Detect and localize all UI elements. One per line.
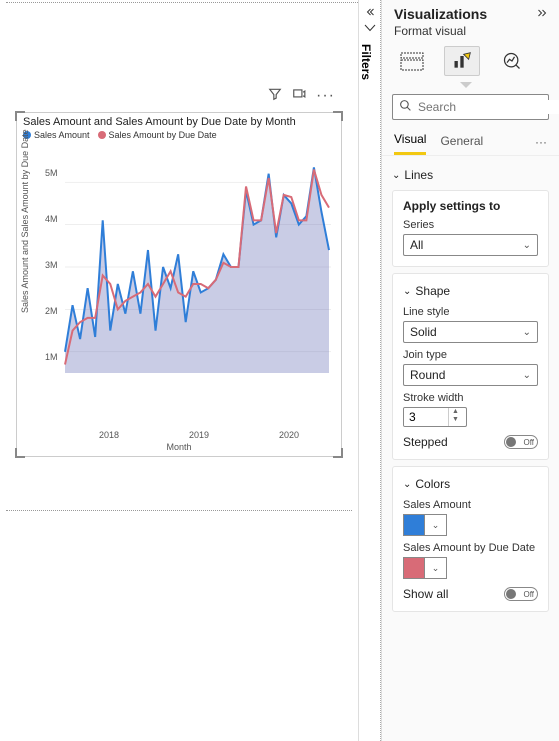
collapse-pane-icon[interactable] <box>535 6 549 22</box>
series1-color-dropdown[interactable]: ⌄ <box>425 514 447 536</box>
series-dropdown[interactable]: All ⌄ <box>403 234 538 256</box>
y-tick: 4M <box>45 214 58 224</box>
colors-card: ⌄ Colors Sales Amount ⌄ Sales Amount by … <box>392 466 549 612</box>
filters-icon[interactable] <box>359 24 380 36</box>
selected-tab-pointer <box>460 82 472 88</box>
search-icon <box>399 99 412 115</box>
section-colors-header[interactable]: ⌄ Colors <box>403 475 538 493</box>
chart-title: Sales Amount and Sales Amount by Due Dat… <box>17 113 341 128</box>
x-axis-label: Month <box>166 442 191 452</box>
chevron-down-icon: ⌄ <box>403 286 411 297</box>
series1-color-label: Sales Amount <box>403 499 538 511</box>
tab-general[interactable]: General <box>440 130 483 154</box>
x-tick: 2019 <box>189 430 209 440</box>
chevron-down-icon: ⌄ <box>392 170 400 181</box>
format-visual-tab-icon[interactable] <box>444 46 480 76</box>
stroke-width-input[interactable] <box>404 408 448 426</box>
legend-label: Sales Amount <box>34 130 90 140</box>
line-style-dropdown[interactable]: Solid ⌄ <box>403 321 538 343</box>
y-tick: 3M <box>45 260 58 270</box>
legend-item-2[interactable]: Sales Amount by Due Date <box>98 130 217 140</box>
chevron-down-icon: ⌄ <box>523 327 531 338</box>
legend-label: Sales Amount by Due Date <box>109 130 217 140</box>
expand-left-icon[interactable] <box>359 6 380 18</box>
resize-handle-tl[interactable] <box>15 111 25 121</box>
chevron-down-icon: ⌄ <box>523 370 531 381</box>
y-tick: 2M <box>45 306 58 316</box>
section-shape-header[interactable]: ⌄ Shape <box>403 282 538 300</box>
filters-pane-collapsed[interactable]: Filters <box>358 0 380 741</box>
search-input[interactable] <box>418 100 559 114</box>
visualizations-pane: Visualizations Format visual Visual Gene… <box>381 0 559 741</box>
resize-handle-br[interactable] <box>333 448 343 458</box>
section-lines-label: Lines <box>404 168 433 182</box>
x-tick: 2018 <box>99 430 119 440</box>
pane-subtitle: Format visual <box>382 24 559 44</box>
y-axis-label: Sales Amount and Sales Amount by Due Dat… <box>20 129 30 313</box>
section-shape-label: Shape <box>415 284 450 298</box>
chart-plot-area <box>61 153 333 413</box>
tabs-more-icon[interactable]: ··· <box>535 135 547 149</box>
focus-mode-icon[interactable] <box>292 87 306 106</box>
search-box[interactable] <box>392 94 549 120</box>
filters-pane-label: Filters <box>359 44 373 80</box>
series2-color-swatch[interactable] <box>403 557 425 579</box>
y-tick: 1M <box>45 352 58 362</box>
tab-visual[interactable]: Visual <box>394 128 426 155</box>
join-type-label: Join type <box>403 349 538 361</box>
join-type-dropdown[interactable]: Round ⌄ <box>403 364 538 386</box>
toggle-off-label: Off <box>523 590 534 599</box>
pane-title: Visualizations <box>394 6 487 22</box>
series1-color-swatch[interactable] <box>403 514 425 536</box>
apply-settings-label: Apply settings to <box>403 199 538 213</box>
stepper-up[interactable]: ▲ <box>449 408 462 416</box>
series-field-label: Series <box>403 219 538 231</box>
show-all-label: Show all <box>403 587 448 601</box>
series2-color-label: Sales Amount by Due Date <box>403 542 538 554</box>
line-style-value: Solid <box>410 325 437 339</box>
page-boundary-top <box>6 2 374 3</box>
build-visual-tab-icon[interactable] <box>394 46 430 76</box>
stepper-down[interactable]: ▼ <box>449 416 462 424</box>
chevron-down-icon: ⌄ <box>403 479 411 490</box>
y-tick: 5M <box>45 168 58 178</box>
resize-handle-tr[interactable] <box>333 111 343 121</box>
stepped-label: Stepped <box>403 435 448 449</box>
series-dropdown-value: All <box>410 238 423 252</box>
chevron-down-icon: ⌄ <box>523 240 531 251</box>
analytics-tab-icon[interactable] <box>494 46 530 76</box>
page-boundary-bottom <box>6 510 352 511</box>
canvas-area: ··· Sales Amount and Sales Amount by Due… <box>0 0 381 741</box>
section-lines-header[interactable]: ⌄ Lines <box>392 166 549 184</box>
chart-visual[interactable]: ··· Sales Amount and Sales Amount by Due… <box>16 112 342 457</box>
join-type-value: Round <box>410 368 445 382</box>
apply-settings-card: Apply settings to Series All ⌄ <box>392 190 549 267</box>
line-style-label: Line style <box>403 306 538 318</box>
chart-legend: Sales Amount Sales Amount by Due Date <box>17 128 341 144</box>
filter-icon[interactable] <box>268 87 282 106</box>
series2-color-dropdown[interactable]: ⌄ <box>425 557 447 579</box>
toggle-off-label: Off <box>523 438 534 447</box>
section-colors-label: Colors <box>415 477 450 491</box>
x-tick: 2020 <box>279 430 299 440</box>
stepped-toggle[interactable]: Off <box>504 435 538 449</box>
stroke-width-label: Stroke width <box>403 392 538 404</box>
stroke-width-stepper[interactable]: ▲▼ <box>403 407 467 427</box>
shape-card: ⌄ Shape Line style Solid ⌄ Join type Rou… <box>392 273 549 460</box>
resize-handle-bl[interactable] <box>15 448 25 458</box>
show-all-toggle[interactable]: Off <box>504 587 538 601</box>
legend-item-1[interactable]: Sales Amount <box>23 130 90 140</box>
more-options-icon[interactable]: ··· <box>316 87 335 106</box>
